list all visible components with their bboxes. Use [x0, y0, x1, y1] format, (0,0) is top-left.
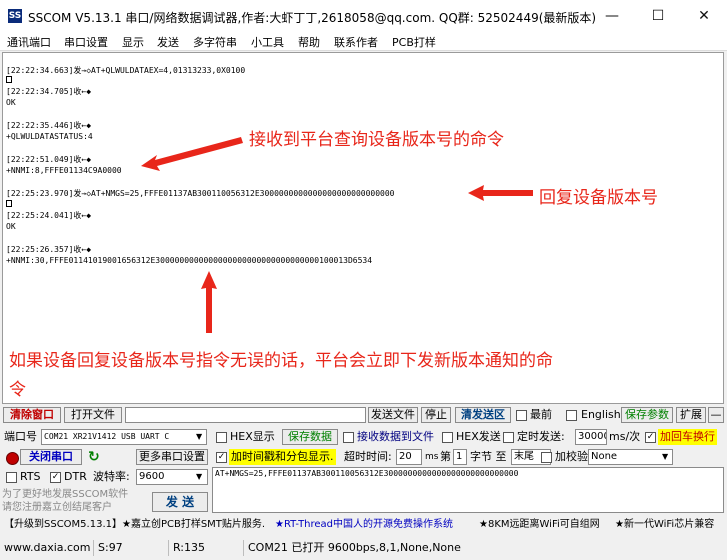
- menu-pcb[interactable]: PCB打样: [392, 34, 436, 50]
- port-select[interactable]: COM21 XR21V1412 USB UART C: [41, 429, 207, 445]
- status-divider: [243, 540, 244, 556]
- file-path-input[interactable]: [125, 407, 366, 423]
- status-bar: www.daxia.com S:97 R:135 COM21 已打开 9600b…: [0, 537, 727, 560]
- page-label: 第: [440, 450, 451, 463]
- port-label: 端口号: [4, 430, 37, 443]
- menu-send[interactable]: 发送: [157, 34, 179, 50]
- send-input-text: AT+NMGS=25,FFFE01137AB300110056312E30000…: [215, 469, 519, 478]
- status-sent-count: S:97: [98, 541, 123, 554]
- send-button[interactable]: 发 送: [152, 492, 208, 512]
- dtr-label: DTR: [64, 470, 87, 483]
- hex-display-label: HEX显示: [230, 430, 275, 443]
- send-file-button[interactable]: 发送文件: [368, 407, 418, 423]
- menu-tools[interactable]: 小工具: [251, 34, 284, 50]
- register-text-line1: 为了更好地发展SSCOM软件: [2, 489, 129, 500]
- topmost-label: 最前: [530, 408, 552, 421]
- window-title: SSCOM V5.13.1 串口/网络数据调试器,作者:大虾丁丁,2618058…: [28, 11, 597, 25]
- end-select-value: 末尾: [514, 451, 534, 462]
- topmost-checkbox[interactable]: [516, 410, 527, 421]
- status-port-info: COM21 已打开 9600bps,8,1,None,None: [248, 541, 461, 554]
- promo-bar: 【升级到SSCOM5.13.1】★嘉立创PCB打样SMT贴片服务. ★RT-Th…: [0, 515, 727, 535]
- byte-to-label: 字节 至: [470, 450, 507, 463]
- hex-send-label: HEX发送: [456, 430, 501, 443]
- clear-window-button[interactable]: 清除窗口: [3, 407, 61, 423]
- port-status-indicator-icon: [6, 452, 19, 465]
- settings-row-2: 端口号 COM21 XR21V1412 USB UART C ▼ HEX显示 保…: [0, 429, 727, 447]
- timeout-label: 超时时间:: [344, 450, 392, 463]
- port-select-value: COM21 XR21V1412 USB UART C: [44, 432, 170, 441]
- page-input[interactable]: 1: [453, 449, 467, 465]
- status-divider: [93, 540, 94, 556]
- chevron-down-icon[interactable]: ▼: [662, 449, 668, 465]
- checksum-select[interactable]: None: [588, 449, 673, 465]
- interval-unit: ms/次: [609, 430, 641, 443]
- checksum-select-value: None: [591, 451, 618, 462]
- title-bar: SS SSCOM V5.13.1 串口/网络数据调试器,作者:大虾丁丁,2618…: [0, 0, 727, 32]
- receive-area[interactable]: [22:22:34.663]发→◇AT+QLWULDATAEX=4,013132…: [2, 52, 724, 404]
- rts-checkbox[interactable]: [6, 472, 17, 483]
- arrow-icon: [141, 137, 243, 171]
- dtr-checkbox[interactable]: ✓: [50, 472, 61, 483]
- promo-chip-link[interactable]: ★新一代WiFi芯片兼容: [615, 515, 714, 535]
- save-params-button[interactable]: 保存参数: [621, 407, 673, 423]
- promo-wifi-link[interactable]: ★8KM远距离WiFi可自组网: [479, 515, 600, 535]
- menu-display[interactable]: 显示: [122, 34, 144, 50]
- save-data-button[interactable]: 保存数据: [282, 429, 338, 445]
- timestamp-label: 加时间戳和分包显示.: [229, 449, 336, 465]
- minimize-button[interactable]: —: [589, 0, 635, 32]
- status-url[interactable]: www.daxia.com: [4, 540, 91, 556]
- baud-select-value: 9600: [139, 471, 165, 482]
- clear-send-button[interactable]: 清发送区: [455, 407, 511, 423]
- open-file-button[interactable]: 打开文件: [64, 407, 122, 423]
- annotation-arrows: [141, 137, 533, 333]
- timestamp-checkbox[interactable]: ✓: [216, 452, 227, 463]
- arrow-icon: [201, 271, 217, 333]
- status-received-count: R:135: [173, 541, 206, 554]
- stop-button[interactable]: 停止: [421, 407, 451, 423]
- close-port-button[interactable]: 关闭串口: [20, 449, 82, 465]
- recv-to-file-label: 接收数据到文件: [357, 430, 434, 443]
- status-divider: [168, 540, 169, 556]
- settings-row-3: 关闭串口 ↻ 更多串口设置 ✓ 加时间戳和分包显示. 超时时间: 20 ms 第…: [0, 449, 727, 467]
- expand-button[interactable]: 扩展: [676, 407, 706, 423]
- timeout-unit: ms: [425, 452, 439, 462]
- send-input[interactable]: AT+NMGS=25,FFFE01137AB300110056312E30000…: [212, 467, 724, 513]
- add-crlf-checkbox[interactable]: ✓: [645, 432, 656, 443]
- checksum-label: 加校验: [555, 450, 588, 463]
- menu-bar: 通讯端口 串口设置 显示 发送 多字符串 小工具 帮助 联系作者 PCB打样: [0, 32, 727, 51]
- menu-port[interactable]: 通讯端口: [7, 34, 51, 50]
- rts-label: RTS: [20, 470, 41, 483]
- maximize-button[interactable]: ☐: [635, 0, 681, 32]
- recv-to-file-checkbox[interactable]: [343, 432, 354, 443]
- timeout-input[interactable]: 20: [396, 449, 422, 465]
- refresh-icon[interactable]: ↻: [88, 449, 100, 465]
- timed-send-checkbox[interactable]: [503, 432, 514, 443]
- interval-input[interactable]: 30000: [575, 429, 607, 445]
- hex-display-checkbox[interactable]: [216, 432, 227, 443]
- register-text-line2: 请您注册嘉立创结尾客户: [2, 502, 112, 513]
- add-crlf-label: 加回车换行: [658, 429, 717, 445]
- collapse-button[interactable]: —: [708, 407, 724, 423]
- app-icon: SS: [8, 9, 22, 23]
- menu-help[interactable]: 帮助: [298, 34, 320, 50]
- english-label: English: [581, 408, 621, 421]
- menu-contact[interactable]: 联系作者: [334, 34, 378, 50]
- menu-serial-settings[interactable]: 串口设置: [64, 34, 108, 50]
- english-checkbox[interactable]: [566, 410, 577, 421]
- hex-send-checkbox[interactable]: [442, 432, 453, 443]
- promo-rtthread-link[interactable]: ★RT-Thread中国人的开源免费操作系统: [275, 515, 453, 535]
- promo-upgrade-link[interactable]: 【升级到SSCOM5.13.1】★嘉立创PCB打样SMT贴片服务.: [4, 515, 265, 535]
- close-button[interactable]: ✕: [681, 0, 727, 32]
- chevron-down-icon[interactable]: ▼: [196, 429, 202, 445]
- baud-label: 波特率:: [93, 470, 130, 483]
- chevron-down-icon[interactable]: ▼: [196, 469, 202, 485]
- arrow-icon: [468, 185, 533, 201]
- more-settings-button[interactable]: 更多串口设置: [136, 449, 208, 465]
- toolbar-row-1: 清除窗口 打开文件 发送文件 停止 清发送区 最前 English 保存参数 扩…: [0, 407, 727, 425]
- timed-send-label: 定时发送:: [517, 430, 565, 443]
- menu-multi-string[interactable]: 多字符串: [193, 34, 237, 50]
- checksum-checkbox[interactable]: [541, 452, 552, 463]
